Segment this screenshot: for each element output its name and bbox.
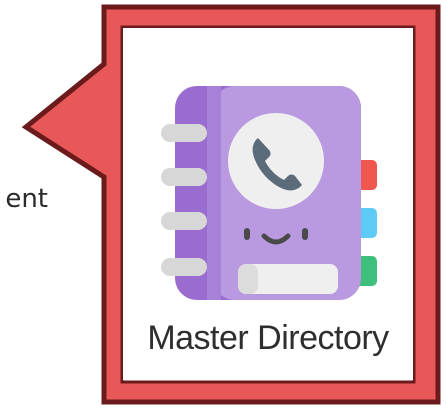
app-label: Master Directory — [147, 319, 389, 357]
address-book-icon — [161, 86, 377, 300]
master-directory-tile[interactable]: Master Directory — [123, 28, 413, 380]
stage: ent Master Directory — [0, 0, 446, 410]
